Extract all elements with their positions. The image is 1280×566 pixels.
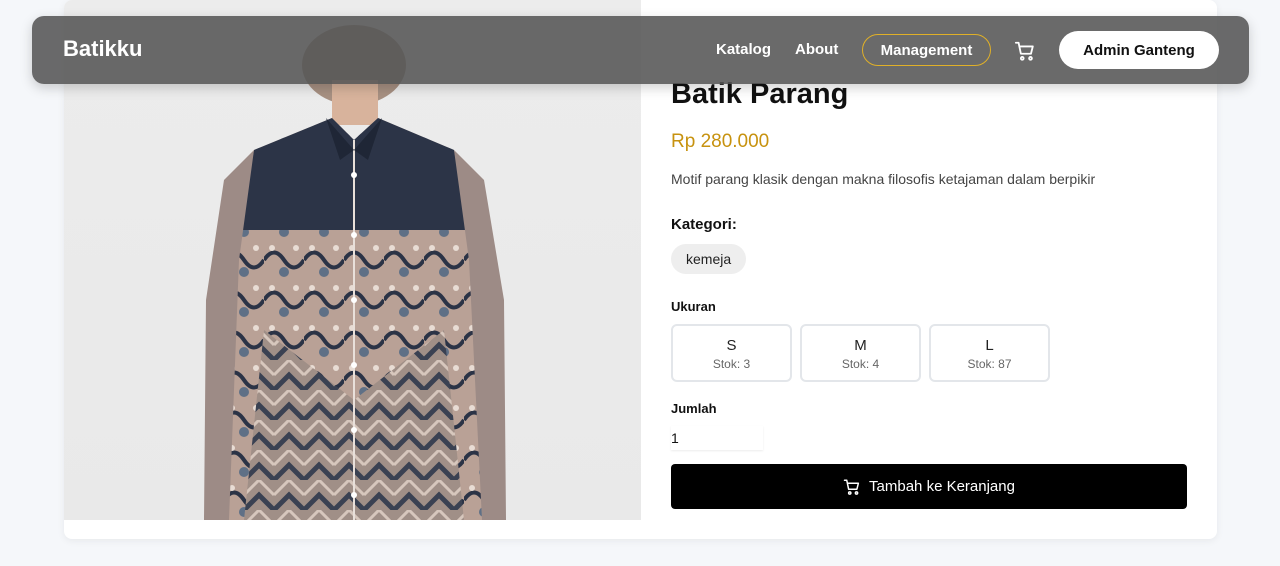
quantity-input[interactable] <box>671 426 763 450</box>
size-name: M <box>854 337 867 354</box>
management-button[interactable]: Management <box>862 34 991 66</box>
product-price: Rp 280.000 <box>671 131 770 152</box>
size-name: S <box>726 337 737 354</box>
size-stock: Stok: 4 <box>841 357 880 371</box>
cart-icon <box>843 479 860 495</box>
category-chip: kemeja <box>671 244 747 274</box>
category-label: Kategori: <box>671 216 737 233</box>
size-stock: Stok: 3 <box>712 357 751 371</box>
brand-logo[interactable]: Batikku <box>63 36 142 62</box>
user-menu-button[interactable]: Admin Ganteng <box>1059 31 1219 69</box>
size-option-s[interactable]: S Stok: 3 <box>671 324 792 382</box>
add-to-cart-button[interactable]: Tambah ke Keranjang <box>671 464 1187 509</box>
size-name: L <box>985 337 994 354</box>
size-option-m[interactable]: M Stok: 4 <box>800 324 921 382</box>
quantity-label: Jumlah <box>671 401 717 416</box>
size-stock: Stok: 87 <box>967 357 1012 371</box>
nav-link-katalog[interactable]: Katalog <box>716 41 771 58</box>
size-label: Ukuran <box>671 299 716 314</box>
cart-button[interactable] <box>1011 37 1039 65</box>
size-options: S Stok: 3 M Stok: 4 L Stok: 87 <box>671 324 1050 382</box>
cart-icon <box>1014 41 1034 61</box>
nav-link-about[interactable]: About <box>795 41 838 58</box>
size-option-l[interactable]: L Stok: 87 <box>929 324 1050 382</box>
product-description: Motif parang klasik dengan makna filosof… <box>671 171 1096 187</box>
navbar: Batikku Katalog About Management Admin G… <box>32 16 1249 84</box>
add-to-cart-label: Tambah ke Keranjang <box>869 478 1015 495</box>
